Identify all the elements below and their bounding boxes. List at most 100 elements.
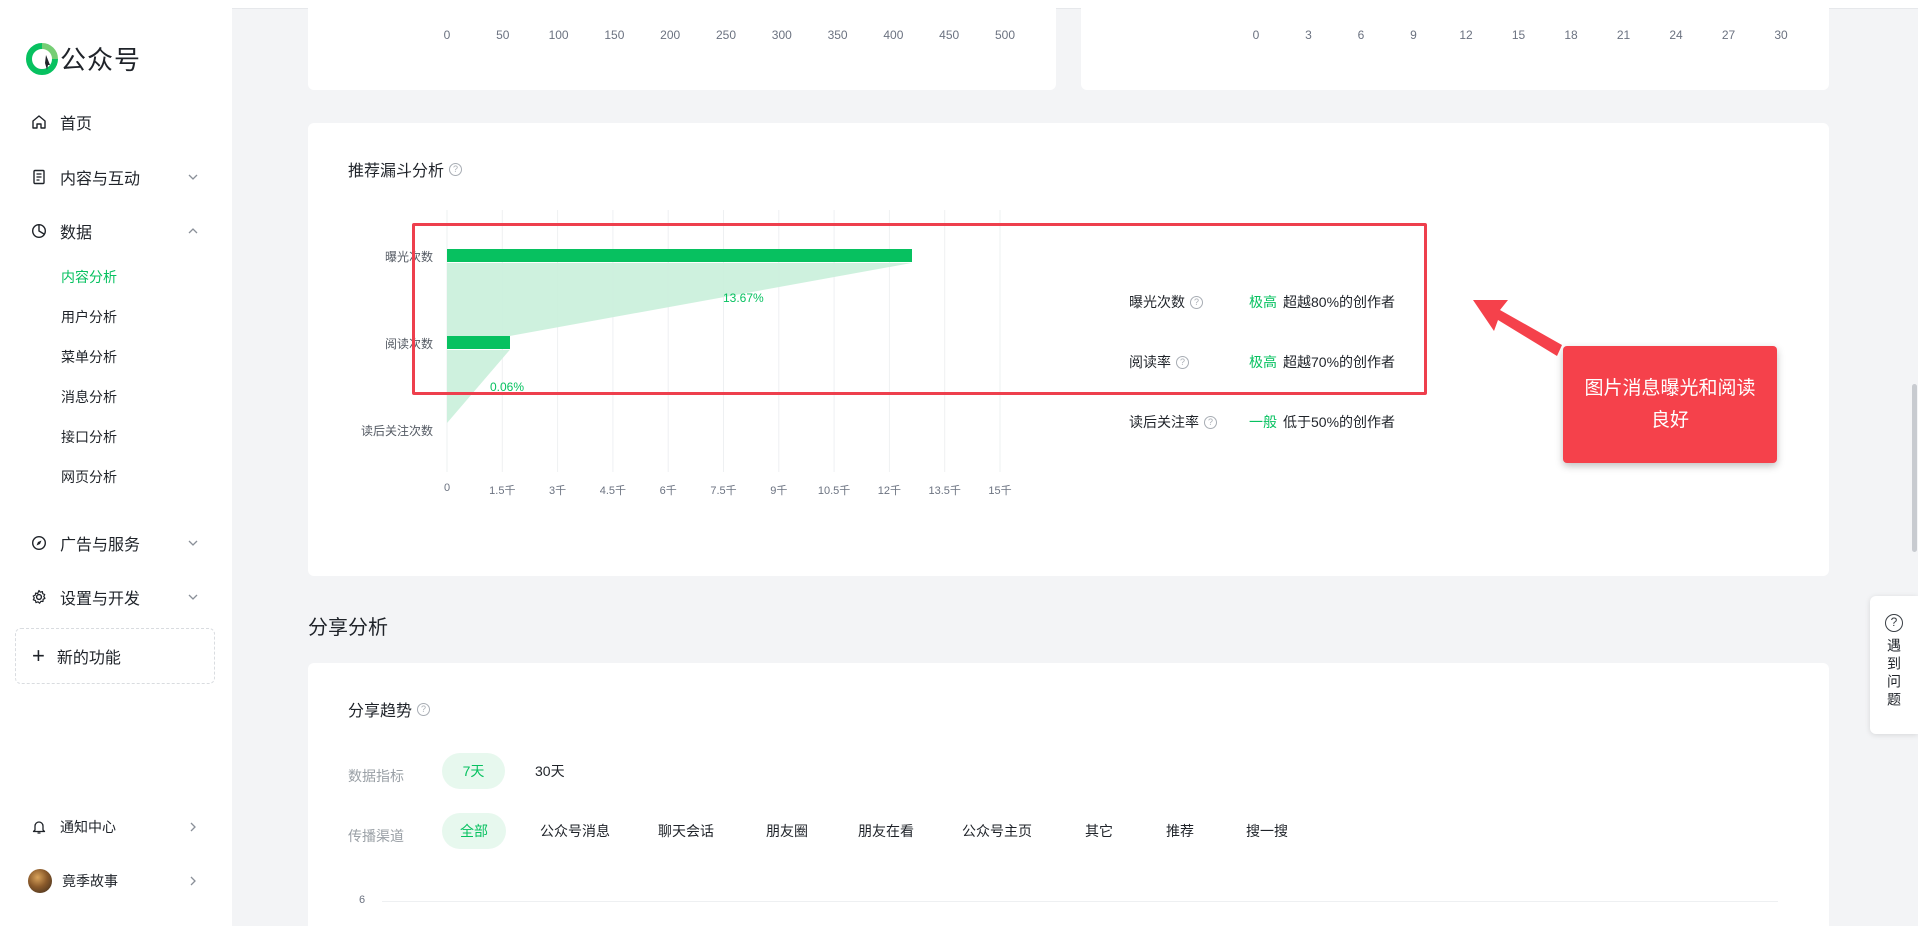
x-axis-tick: 30 bbox=[1774, 28, 1788, 42]
metric-row: 读后关注率? 一般 低于50%的创作者 bbox=[1129, 412, 1395, 432]
bell-icon bbox=[30, 818, 48, 836]
question-icon: ? bbox=[1885, 614, 1903, 632]
scrollbar-thumb[interactable] bbox=[1912, 384, 1917, 552]
document-icon bbox=[30, 168, 48, 186]
sidebar-item-webpage-analysis[interactable]: 网页分析 bbox=[61, 467, 117, 487]
nav-notification-center-label: 通知中心 bbox=[60, 819, 116, 835]
x-axis-tick: 6千 bbox=[659, 485, 677, 497]
help-float-label: 遇到问题 bbox=[1886, 638, 1902, 710]
gear-icon bbox=[30, 588, 48, 606]
sidebar-item-api-analysis[interactable]: 接口分析 bbox=[61, 427, 117, 447]
channel-tab[interactable]: 公众号消息 bbox=[522, 813, 628, 849]
x-axis-tick: 3 bbox=[1305, 28, 1312, 42]
account-name: 竟季故事 bbox=[62, 873, 118, 889]
channel-tab[interactable]: 其它 bbox=[1067, 813, 1131, 849]
chevron-down-icon bbox=[186, 536, 200, 550]
nav-ads-services-label: 广告与服务 bbox=[60, 537, 141, 554]
chevron-right-icon bbox=[186, 820, 200, 834]
logo-text: 公众号 bbox=[60, 45, 142, 75]
nav-notification-center[interactable]: 通知中心 bbox=[30, 817, 200, 837]
x-axis-tick: 1.5千 bbox=[489, 485, 516, 497]
grid-line bbox=[382, 901, 1778, 902]
avatar bbox=[28, 869, 52, 893]
x-axis-tick: 12 bbox=[1459, 28, 1473, 42]
x-axis-tick: 350 bbox=[827, 28, 848, 42]
x-axis-tick: 0 bbox=[443, 482, 451, 494]
x-axis-tick: 200 bbox=[660, 28, 681, 42]
nav-data-label: 数据 bbox=[60, 225, 93, 242]
nav-data[interactable]: 数据 bbox=[30, 219, 200, 243]
chevron-right-icon bbox=[186, 874, 200, 888]
nav-account[interactable]: 竟季故事 bbox=[28, 869, 198, 893]
nav-settings-dev[interactable]: 设置与开发 bbox=[30, 585, 200, 609]
chevron-down-icon bbox=[186, 590, 200, 604]
x-axis-tick: 0 bbox=[443, 28, 451, 42]
x-axis-tick: 4.5千 bbox=[599, 485, 627, 497]
logo[interactable]: 公众号 bbox=[26, 40, 141, 77]
chevron-down-icon bbox=[186, 170, 200, 184]
share-trend-card: 分享趋势 ? bbox=[308, 663, 1829, 926]
channel-tab[interactable]: 聊天会话 bbox=[640, 813, 732, 849]
x-axis-tick: 100 bbox=[548, 28, 569, 42]
x-axis-tick: 27 bbox=[1721, 28, 1736, 42]
sidebar: 公众号 首页 内容与互动 数据 内容分析 用户分析 菜单分析 消息分析 接口分析… bbox=[0, 0, 232, 926]
help-float-button[interactable]: ? 遇到问题 bbox=[1870, 596, 1918, 734]
x-axis-tick: 150 bbox=[604, 28, 625, 42]
x-axis-tick: 21 bbox=[1616, 28, 1631, 42]
metric-name: 读后关注率 bbox=[1129, 414, 1199, 430]
x-axis-tick: 450 bbox=[939, 28, 960, 42]
nav-content-interaction[interactable]: 内容与互动 bbox=[30, 165, 200, 189]
top-left-chart-card: 0 50 100 150 200 250 300 350 400 450 500 bbox=[308, 0, 1056, 90]
sidebar-item-user-analysis[interactable]: 用户分析 bbox=[61, 307, 117, 327]
nav-ads-services[interactable]: 广告与服务 bbox=[30, 531, 200, 555]
pie-chart-icon bbox=[30, 222, 48, 240]
sidebar-item-message-analysis[interactable]: 消息分析 bbox=[61, 387, 117, 407]
sidebar-item-content-analysis[interactable]: 内容分析 bbox=[61, 267, 117, 287]
nav-home-label: 首页 bbox=[60, 116, 93, 133]
chevron-up-icon bbox=[186, 224, 200, 238]
funnel-title: 推荐漏斗分析 bbox=[348, 163, 445, 180]
channel-tab[interactable]: 朋友圈 bbox=[748, 813, 826, 849]
home-icon bbox=[30, 113, 48, 131]
channel-tab[interactable]: 公众号主页 bbox=[944, 813, 1050, 849]
funnel-category-label: 读后关注次数 bbox=[360, 424, 433, 438]
metric-label: 数据指标 bbox=[348, 768, 404, 784]
nav-content-interaction-label: 内容与互动 bbox=[60, 171, 141, 188]
channel-label: 传播渠道 bbox=[348, 828, 404, 844]
share-section-title: 分享分析 bbox=[308, 617, 388, 639]
nav-settings-dev-label: 设置与开发 bbox=[60, 591, 141, 608]
channel-tab[interactable]: 全部 bbox=[442, 813, 506, 849]
tab-7-days[interactable]: 7天 bbox=[442, 753, 505, 789]
x-axis-tick: 0 bbox=[1252, 28, 1260, 42]
x-axis-tick: 3千 bbox=[549, 485, 567, 497]
x-axis-tick: 13.5千 bbox=[928, 485, 961, 497]
help-icon[interactable]: ? bbox=[1204, 415, 1217, 429]
x-axis-tick: 300 bbox=[771, 28, 792, 42]
nav-home[interactable]: 首页 bbox=[30, 110, 200, 134]
help-icon[interactable]: ? bbox=[417, 702, 431, 716]
annotation-callout: 图片消息曝光和阅读良好 bbox=[1563, 346, 1777, 463]
help-icon[interactable]: ? bbox=[449, 162, 463, 176]
x-axis-tick: 50 bbox=[496, 28, 510, 42]
x-axis-tick: 500 bbox=[994, 28, 1016, 42]
channel-tab[interactable]: 搜一搜 bbox=[1228, 813, 1306, 849]
channel-tab[interactable]: 推荐 bbox=[1148, 813, 1212, 849]
sidebar-item-menu-analysis[interactable]: 菜单分析 bbox=[61, 347, 117, 367]
share-trend-title: 分享趋势 bbox=[348, 703, 413, 720]
x-axis-tick: 18 bbox=[1564, 28, 1578, 42]
compass-icon bbox=[30, 534, 48, 552]
x-axis-tick: 15千 bbox=[988, 485, 1012, 497]
x-axis-tick: 24 bbox=[1669, 28, 1683, 42]
x-axis-tick: 7.5千 bbox=[710, 485, 737, 497]
x-axis-tick: 250 bbox=[715, 28, 737, 42]
tab-30-days[interactable]: 30天 bbox=[517, 753, 583, 789]
x-axis-tick: 9千 bbox=[770, 485, 788, 497]
new-feature-button[interactable]: + 新的功能 bbox=[15, 628, 215, 684]
plus-icon: + bbox=[32, 643, 45, 668]
highlight-box bbox=[412, 223, 1427, 395]
share-trend-title-row: 分享趋势 ? bbox=[348, 697, 431, 721]
new-feature-label: 新的功能 bbox=[56, 650, 121, 667]
x-axis-tick: 9 bbox=[1410, 28, 1417, 42]
channel-tab[interactable]: 朋友在看 bbox=[840, 813, 932, 849]
funnel-title-row: 推荐漏斗分析 ? bbox=[348, 157, 463, 181]
